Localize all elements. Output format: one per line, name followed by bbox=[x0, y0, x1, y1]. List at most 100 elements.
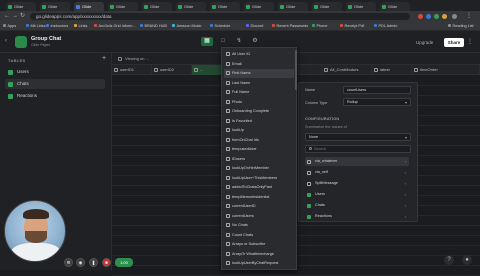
browser-menu-icon[interactable]: ⋮ bbox=[466, 13, 472, 20]
help-icon[interactable]: ? bbox=[444, 255, 454, 265]
browser-tab[interactable]: Glide bbox=[278, 2, 308, 11]
filter-icon[interactable] bbox=[118, 57, 122, 61]
source-option[interactable]: via_whatever › bbox=[305, 157, 409, 166]
browser-tab[interactable]: Glide bbox=[142, 2, 172, 11]
browser-tab[interactable]: Glide bbox=[40, 2, 70, 11]
dropdown-scrollbar[interactable] bbox=[295, 50, 297, 90]
browser-tab[interactable]: Glide bbox=[380, 2, 410, 11]
dropdown-option[interactable]: tempMemoriesIdential bbox=[224, 193, 294, 202]
back-icon[interactable]: ← bbox=[4, 13, 10, 20]
dropdown-option[interactable]: First Name bbox=[224, 69, 294, 78]
column-header-label: timeOrder bbox=[420, 67, 438, 72]
more-options-icon[interactable]: ⋮ bbox=[467, 38, 473, 45]
bookmark-item[interactable]: Amazon Music bbox=[172, 22, 201, 30]
dropdown-option[interactable]: currentUserID bbox=[224, 202, 294, 211]
column-header[interactable]: userID2 bbox=[152, 65, 192, 75]
source-option[interactable]: Reactions › bbox=[305, 212, 409, 221]
dropdown-option[interactable]: Is Favorited bbox=[224, 117, 294, 126]
dropdown-option[interactable]: Arrays or Subscribe bbox=[224, 240, 294, 249]
extension-icon[interactable] bbox=[426, 14, 431, 19]
bookmark-item[interactable]: Discord bbox=[246, 22, 263, 30]
back-chevron-icon[interactable]: ‹ bbox=[5, 38, 7, 45]
forward-icon[interactable]: → bbox=[12, 13, 18, 20]
browser-tab[interactable]: Glide bbox=[312, 2, 342, 11]
share-button[interactable]: Share bbox=[444, 38, 464, 47]
source-option[interactable]: via_self › bbox=[305, 168, 409, 177]
extension-icon[interactable] bbox=[418, 14, 423, 19]
bookmark-item[interactable]: Mit Links bbox=[26, 22, 45, 30]
dropdown-option[interactable]: tempusedUser bbox=[224, 145, 294, 154]
bookmark-item[interactable]: Phone bbox=[312, 22, 327, 30]
settings-icon[interactable]: ⚙ bbox=[249, 37, 261, 46]
column-header[interactable]: timeOrder bbox=[412, 65, 480, 75]
dropdown-option[interactable]: lookUp bbox=[224, 126, 294, 135]
bookmark-item[interactable]: Reading List bbox=[448, 22, 474, 30]
source-option[interactable]: Chats › bbox=[305, 201, 409, 210]
source-option[interactable]: Users › bbox=[305, 190, 409, 199]
browser-tab[interactable]: Glide bbox=[244, 2, 274, 11]
url-field[interactable]: go.glideapps.com/app/xxxxxxxxx/data bbox=[30, 13, 410, 20]
column-name-input[interactable]: countUsers bbox=[343, 86, 411, 94]
dropdown-option[interactable]: ArrayOr Whattimecharge bbox=[224, 250, 294, 259]
record-settings-icon[interactable]: ⚙ bbox=[64, 258, 73, 267]
dropdown-option[interactable]: lookUpOnHerMember bbox=[224, 164, 294, 173]
reload-icon[interactable]: ↻ bbox=[20, 13, 25, 20]
data-editor-icon[interactable]: ▦ bbox=[201, 37, 213, 46]
bookmark-item[interactable]: Receipt Pdf bbox=[340, 22, 364, 30]
column-type-select[interactable]: Rollup ▾ bbox=[343, 98, 411, 106]
camera-icon[interactable]: ◉ bbox=[76, 258, 85, 267]
bookmark-item[interactable]: Schedule bbox=[210, 22, 230, 30]
add-table-icon[interactable]: + bbox=[102, 55, 106, 62]
upgrade-link[interactable]: Upgrade bbox=[416, 40, 433, 45]
browser-tab[interactable]: Glide bbox=[210, 2, 240, 11]
dropdown-option[interactable]: IDusers bbox=[224, 155, 294, 164]
source-option-label: Users bbox=[315, 192, 325, 196]
layout-icon[interactable]: □ bbox=[217, 37, 229, 46]
actions-icon[interactable]: ↯ bbox=[233, 37, 245, 46]
stop-record-icon[interactable]: ■ bbox=[102, 258, 111, 267]
profile-avatar[interactable] bbox=[452, 14, 457, 19]
source-select[interactable]: None ▾ bbox=[305, 133, 411, 141]
sidebar-item-reactions[interactable]: Reactions bbox=[5, 91, 105, 101]
browser-tab[interactable]: Glide bbox=[6, 2, 36, 11]
dropdown-option[interactable]: Last Name bbox=[224, 79, 294, 88]
bookmark-item[interactable]: Apps bbox=[3, 22, 16, 30]
sidebar-item-users[interactable]: Users bbox=[5, 67, 105, 77]
dropdown-option[interactable]: formOnChat Ids bbox=[224, 136, 294, 145]
bookmark-item[interactable]: Links bbox=[74, 22, 87, 30]
dropdown-option[interactable]: lookUpUser+ThisMembers bbox=[224, 174, 294, 183]
column-header[interactable]: latest bbox=[372, 65, 412, 75]
column-header[interactable]: userID1 bbox=[112, 65, 152, 75]
browser-tab[interactable]: Glide bbox=[176, 2, 206, 11]
bookmark-item[interactable]: PDL Admin bbox=[374, 22, 397, 30]
dropdown-option[interactable]: All User ID bbox=[224, 50, 294, 59]
chat-icon[interactable]: ● bbox=[462, 255, 472, 265]
extension-icon[interactable] bbox=[434, 14, 439, 19]
bookmark-item[interactable]: Recent Passwords bbox=[272, 22, 308, 30]
dropdown-option[interactable]: currentUsers bbox=[224, 212, 294, 221]
extension-icon[interactable] bbox=[442, 14, 447, 19]
bookmark-label: ArcGrds Grid Inform... bbox=[98, 24, 136, 28]
sidebar-item-chats[interactable]: Chats bbox=[5, 79, 105, 89]
dropdown-option[interactable]: Email bbox=[224, 60, 294, 69]
dropdown-option[interactable]: Photo bbox=[224, 98, 294, 107]
bookmark-item[interactable]: Instructors bbox=[46, 22, 68, 30]
bookmark-item[interactable]: BRAND HUB bbox=[140, 22, 167, 30]
dropdown-option[interactable]: lookUpUserByChatRequest bbox=[224, 259, 294, 268]
dropdown-option[interactable]: Count Chats bbox=[224, 231, 294, 240]
dropdown-option-label: addedToChatsOnlyPast bbox=[232, 185, 272, 189]
search-input[interactable]: Search bbox=[305, 145, 411, 153]
pause-icon[interactable]: ❚ bbox=[89, 258, 98, 267]
dropdown-option[interactable]: addedToChatsOnlyPast bbox=[224, 183, 294, 192]
source-option[interactable]: SplitMessage › bbox=[305, 179, 409, 188]
dropdown-option[interactable]: Onboarding Complete bbox=[224, 107, 294, 116]
filter-label[interactable]: Viewing on ... bbox=[125, 53, 149, 65]
browser-tab[interactable]: Glide bbox=[74, 2, 104, 11]
browser-tab[interactable]: Glide bbox=[346, 2, 376, 11]
bookmark-item[interactable]: ArcGrds Grid Inform... bbox=[94, 22, 136, 30]
dropdown-option-label: currentUserID bbox=[232, 204, 256, 208]
browser-tab[interactable]: Glide bbox=[108, 2, 138, 11]
dropdown-option[interactable]: Full Name bbox=[224, 88, 294, 97]
dropdown-option[interactable]: No Chats bbox=[224, 221, 294, 230]
column-header[interactable]: All_Contributors bbox=[322, 65, 372, 75]
